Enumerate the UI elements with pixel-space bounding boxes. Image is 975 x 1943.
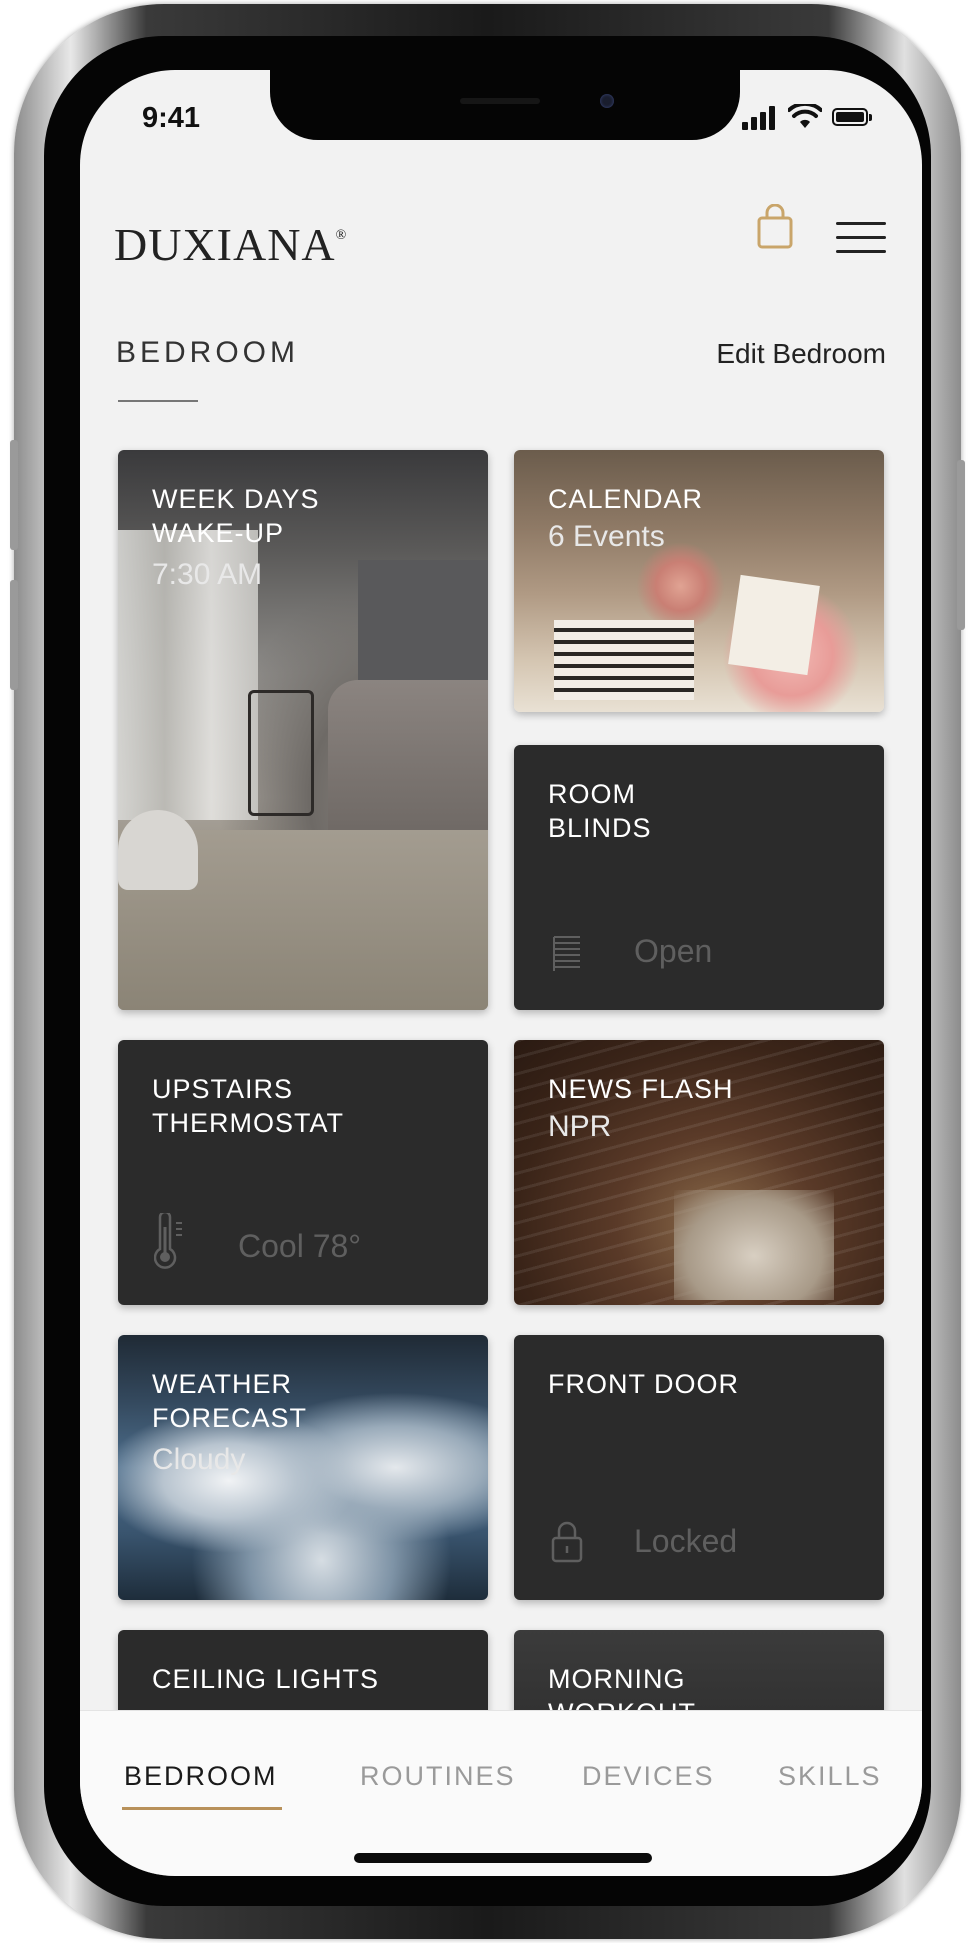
edit-bedroom-link[interactable]: Edit Bedroom xyxy=(716,338,886,370)
page-title: BEDROOM xyxy=(116,336,300,369)
tile-subtitle: 7:30 AM xyxy=(152,558,263,591)
tile-title: WEEK DAYS WAKE-UP xyxy=(152,484,320,548)
tile-front-door[interactable]: FRONT DOOR Locked xyxy=(514,1335,884,1600)
lock-icon xyxy=(551,1521,583,1563)
tile-calendar[interactable]: CALENDAR 6 Events xyxy=(514,450,884,712)
home-indicator[interactable] xyxy=(354,1853,652,1863)
tile-subtitle: Cloudy xyxy=(152,1443,246,1476)
side-button xyxy=(957,460,965,630)
status-icons xyxy=(742,104,882,132)
brand-logo[interactable]: DUXIANA® xyxy=(114,218,347,271)
battery-icon xyxy=(832,108,874,128)
tile-news-flash[interactable]: NEWS FLASH NPR xyxy=(514,1040,884,1305)
shopping-bag-icon[interactable] xyxy=(756,204,794,250)
bench-graphic xyxy=(118,810,198,890)
notch xyxy=(270,70,740,140)
tile-title: WEATHER FORECAST xyxy=(152,1369,308,1433)
chamber-floor-graphic xyxy=(674,1190,834,1300)
tile-wakeup[interactable]: WEEK DAYS WAKE-UP 7:30 AM xyxy=(118,450,488,1010)
side-button xyxy=(10,440,18,550)
bed-graphic xyxy=(328,680,488,840)
tile-title: FRONT DOOR xyxy=(548,1369,739,1399)
speaker-grille xyxy=(460,98,540,104)
tile-weather-forecast[interactable]: WEATHER FORECAST Cloudy xyxy=(118,1335,488,1600)
tile-room-blinds[interactable]: ROOM BLINDS Open xyxy=(514,745,884,1010)
side-button xyxy=(10,580,18,690)
title-underline xyxy=(118,400,198,402)
status-time: 9:41 xyxy=(142,102,201,134)
tab-routines[interactable]: ROUTINES xyxy=(360,1761,516,1792)
tile-title: NEWS FLASH xyxy=(548,1074,734,1104)
wifi-icon xyxy=(788,104,822,128)
tile-subtitle: NPR xyxy=(548,1110,612,1143)
brand-logo-text: DUXIANA xyxy=(114,219,336,270)
books-graphic xyxy=(554,620,694,700)
tile-title: ROOM BLINDS xyxy=(548,779,652,843)
cellular-signal-icon xyxy=(742,106,780,130)
tile-status: Locked xyxy=(634,1523,738,1559)
tile-title: CEILING LIGHTS xyxy=(152,1664,380,1694)
tile-upstairs-thermostat[interactable]: UPSTAIRS THERMOSTAT Cool 78° xyxy=(118,1040,488,1305)
thermometer-icon xyxy=(154,1213,182,1269)
tile-status: Open xyxy=(634,933,713,969)
registered-mark: ® xyxy=(335,228,348,243)
bottom-nav: BEDROOM ROUTINES DEVICES SKILLS xyxy=(80,1710,922,1876)
active-tab-underline xyxy=(122,1807,282,1810)
tile-title: UPSTAIRS THERMOSTAT xyxy=(152,1074,344,1138)
tab-devices[interactable]: DEVICES xyxy=(582,1761,715,1792)
tile-subtitle: 6 Events xyxy=(548,520,665,553)
cards-graphic xyxy=(728,574,820,676)
chair-graphic xyxy=(248,690,314,816)
camera-icon xyxy=(600,94,614,108)
tile-title: CALENDAR xyxy=(548,484,704,514)
tile-status: Cool 78° xyxy=(238,1228,362,1264)
blinds-icon xyxy=(553,936,580,971)
phone-screen: 9:41 DUXIANA® BEDROOM Edit Bedroom WEEK … xyxy=(80,70,922,1876)
tab-bedroom[interactable]: BEDROOM xyxy=(124,1761,278,1792)
tab-skills[interactable]: SKILLS xyxy=(778,1761,882,1792)
hamburger-menu-icon[interactable] xyxy=(836,222,886,254)
